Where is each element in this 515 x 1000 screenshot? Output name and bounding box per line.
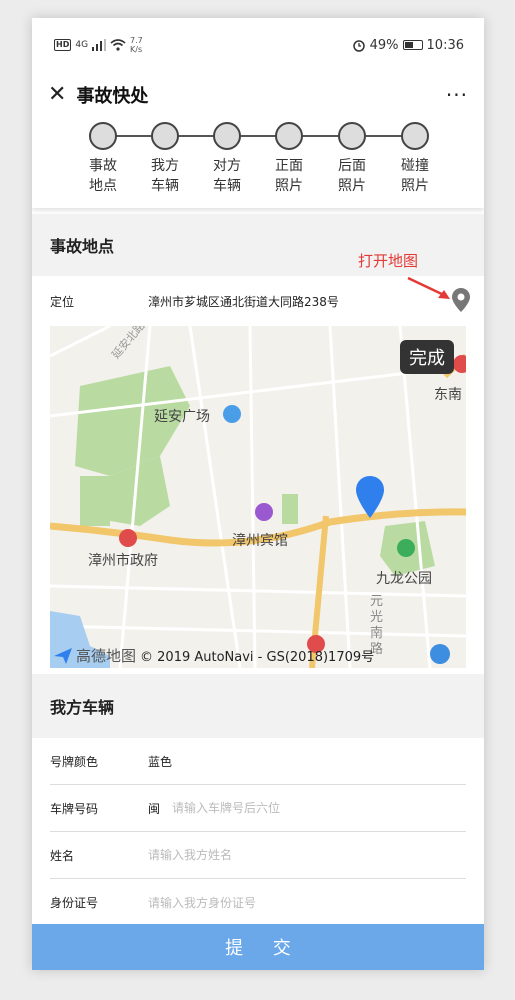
address-text: 漳州市芗城区通北街道大同路238号 bbox=[148, 294, 339, 309]
id-label: 身份证号 bbox=[50, 896, 99, 910]
map-copyright: © 2019 AutoNavi - GS(2018)1709号 bbox=[140, 650, 375, 665]
annotation-arrow-icon bbox=[407, 276, 450, 299]
plate-number-input[interactable] bbox=[172, 801, 373, 815]
step-label: 事故地点 bbox=[89, 158, 117, 194]
name-row: 姓名 bbox=[50, 832, 466, 879]
status-left: HD 4G 7.7 K/s bbox=[54, 36, 143, 54]
more-menu-icon[interactable]: ··· bbox=[446, 83, 468, 107]
phone-screen: HD 4G 7.7 K/s 49% 10:36 ✕ 事故快处 ··· 事故地点 bbox=[32, 18, 484, 970]
step-label: 对方车辆 bbox=[213, 158, 241, 194]
speed-value: 7.7 bbox=[130, 36, 143, 45]
step-label: 碰撞照片 bbox=[401, 158, 429, 194]
step-circle bbox=[213, 122, 241, 150]
step-label: 正面照片 bbox=[275, 158, 303, 194]
speed-unit: K/s bbox=[130, 45, 143, 54]
map-label-jiulong: 九龙公园 bbox=[376, 571, 432, 587]
step-circle bbox=[89, 122, 117, 150]
step-own-vehicle[interactable]: 我方车辆 bbox=[135, 122, 195, 196]
step-circle bbox=[275, 122, 303, 150]
nav-left: ✕ 事故快处 bbox=[48, 82, 148, 108]
step-label: 我方车辆 bbox=[151, 158, 179, 194]
section-header-vehicle: 我方车辆 bbox=[32, 674, 484, 738]
map-label-yanan: 延安广场 bbox=[154, 409, 210, 425]
status-bar: HD 4G 7.7 K/s 49% 10:36 bbox=[32, 18, 484, 72]
clock: 10:36 bbox=[426, 37, 464, 53]
map-credit: 高德地图 © 2019 AutoNavi - GS(2018)1709号 bbox=[54, 645, 374, 666]
map-background bbox=[50, 326, 466, 668]
plate-color-value[interactable]: 蓝色 bbox=[148, 753, 172, 770]
section-title: 事故地点 bbox=[50, 237, 115, 256]
step-front-photo[interactable]: 正面照片 bbox=[259, 122, 319, 196]
step-circle bbox=[338, 122, 366, 150]
wifi-icon bbox=[110, 39, 126, 51]
map-label-binguan: 漳州宾馆 bbox=[232, 533, 288, 549]
signal-icon bbox=[92, 39, 107, 51]
plate-number-row: 车牌号码 闽 bbox=[50, 785, 466, 832]
status-right: 49% 10:36 bbox=[352, 38, 464, 53]
map-view[interactable]: 延安广场 漳州宾馆 漳州市政府 九龙公园 东南 元光南路 延安北路 完成 高德地… bbox=[50, 326, 466, 668]
page-title: 事故快处 bbox=[76, 86, 149, 107]
network-speed: 7.7 K/s bbox=[130, 36, 143, 54]
open-map-annotation: 打开地图 bbox=[358, 252, 419, 270]
nav-bar: ✕ 事故快处 ··· bbox=[32, 72, 484, 118]
map-label-dongnan: 东南 bbox=[434, 387, 462, 403]
plate-prefix-select[interactable]: 闽 bbox=[148, 800, 160, 817]
name-input[interactable] bbox=[148, 848, 348, 862]
locate-label: 定位 bbox=[50, 294, 75, 309]
map-label-zhengfu: 漳州市政府 bbox=[88, 553, 158, 569]
amap-logo-text: 高德地图 bbox=[76, 647, 137, 665]
location-row: 打开地图 定位 漳州市芗城区通北街道大同路238号 bbox=[32, 252, 484, 326]
step-location[interactable]: 事故地点 bbox=[73, 122, 133, 196]
id-row: 身份证号 bbox=[50, 879, 466, 926]
step-circle bbox=[151, 122, 179, 150]
step-label: 后面照片 bbox=[338, 158, 366, 194]
plate-color-row[interactable]: 号牌颜色 蓝色 bbox=[50, 738, 466, 785]
location-pin-icon[interactable] bbox=[452, 288, 470, 312]
network-label: 4G bbox=[75, 40, 89, 50]
amap-logo-icon bbox=[54, 647, 72, 664]
section-title: 我方车辆 bbox=[50, 698, 115, 717]
alarm-icon bbox=[352, 40, 365, 52]
step-other-vehicle[interactable]: 对方车辆 bbox=[197, 122, 257, 196]
hd-icon: HD bbox=[54, 39, 72, 51]
step-circle bbox=[401, 122, 429, 150]
id-input[interactable] bbox=[148, 895, 348, 910]
battery-percent: 49% bbox=[369, 37, 399, 53]
plate-number-label: 车牌号码 bbox=[50, 801, 99, 816]
step-rear-photo[interactable]: 后面照片 bbox=[322, 122, 382, 196]
submit-button[interactable]: 提 交 bbox=[32, 924, 484, 970]
map-done-button[interactable]: 完成 bbox=[400, 340, 454, 374]
plate-color-label: 号牌颜色 bbox=[50, 754, 99, 769]
step-collision-photo[interactable]: 碰撞照片 bbox=[385, 122, 445, 196]
step-indicator: 事故地点 我方车辆 对方车辆 正面照片 后面照片 碰撞照片 bbox=[32, 118, 484, 208]
close-icon[interactable]: ✕ bbox=[48, 84, 66, 106]
battery-icon bbox=[402, 40, 423, 50]
name-label: 姓名 bbox=[50, 848, 75, 863]
